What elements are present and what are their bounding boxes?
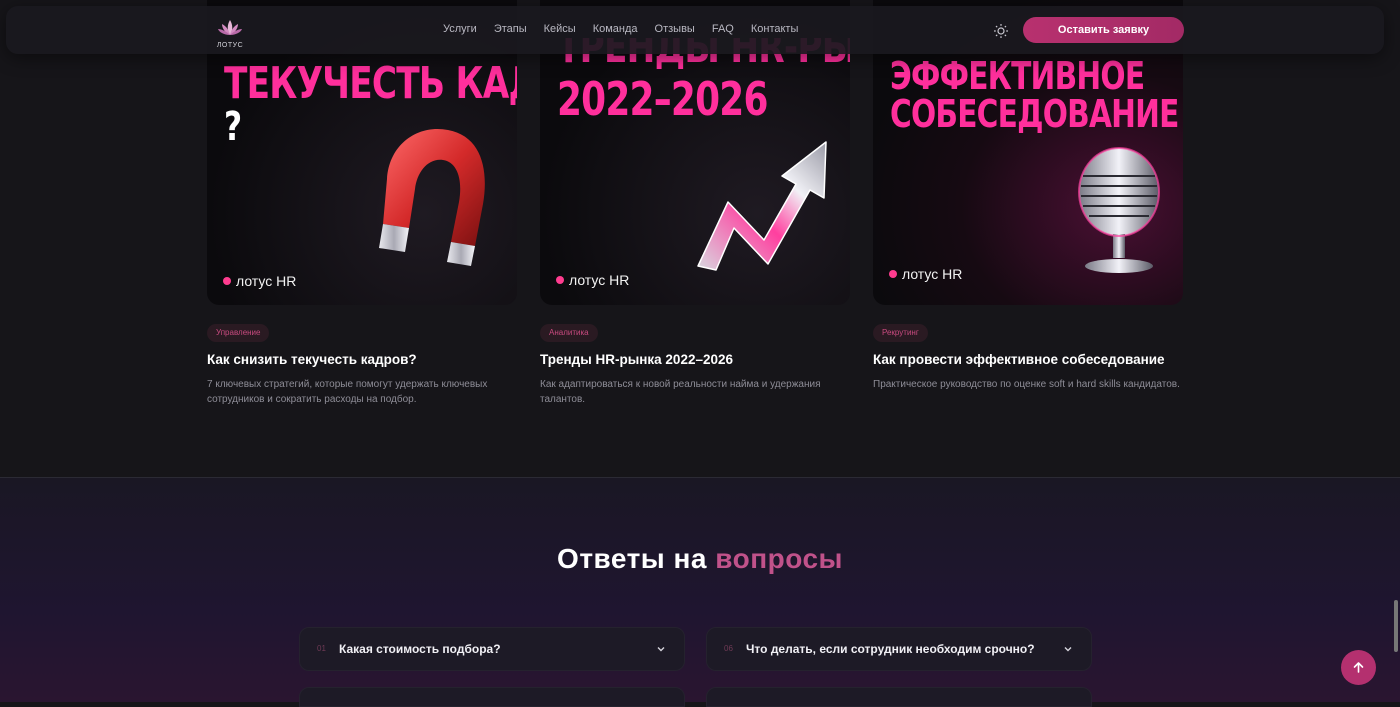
faq-heading-main: Ответы на — [557, 543, 716, 574]
faq-section: Ответы на вопросы 01 Какая стоимость под… — [0, 477, 1400, 707]
category-tag: Аналитика — [540, 324, 598, 342]
poster-brand-text: лотус HR — [902, 266, 963, 282]
poster-title-line: СОБЕСЕДОВАНИЕ — [890, 92, 1179, 136]
faq-item[interactable]: 06 Что делать, если сотрудник необходим … — [706, 627, 1092, 671]
brand-dot — [889, 270, 897, 279]
poster-brand-text: лотус HR — [569, 272, 630, 288]
article-title[interactable]: Как провести эффективное собеседование — [873, 352, 1165, 367]
faq-item-number: 06 — [724, 644, 733, 653]
faq-item[interactable] — [299, 687, 685, 707]
scroll-to-top-button[interactable] — [1341, 650, 1376, 685]
faq-item[interactable]: 01 Какая стоимость подбора? — [299, 627, 685, 671]
logo[interactable]: ЛОТУС — [212, 18, 248, 50]
faq-heading: Ответы на вопросы — [0, 543, 1400, 575]
main-nav: Услуги Этапы Кейсы Команда Отзывы FAQ Ко… — [443, 23, 815, 35]
article-description: 7 ключевых стратегий, которые помогут уд… — [207, 379, 488, 405]
chevron-down-icon — [657, 647, 665, 652]
poster-brand-text: лотус HR — [236, 273, 297, 289]
faq-item[interactable] — [706, 687, 1092, 707]
article-title[interactable]: Как снизить текучесть кадров? — [207, 352, 417, 367]
nav-link-team[interactable]: Команда — [593, 23, 638, 35]
leave-request-button[interactable]: Оставить заявку — [1023, 17, 1184, 43]
logo-text: ЛОТУС — [216, 42, 244, 49]
trend-arrow-icon — [697, 141, 827, 271]
theme-toggle-button[interactable] — [993, 23, 1009, 39]
nav-link-contacts[interactable]: Контакты — [751, 23, 799, 35]
nav-link-reviews[interactable]: Отзывы — [655, 23, 695, 35]
lotus-icon — [218, 20, 242, 35]
faq-question: Какая стоимость подбора? — [339, 642, 501, 656]
article-title[interactable]: Тренды HR-рынка 2022–2026 — [540, 352, 733, 367]
sun-icon — [994, 24, 1008, 38]
poster-title-line: ? — [224, 104, 242, 150]
article-description: Практическое руководство по оценке soft … — [873, 379, 1180, 390]
brand-dot — [223, 277, 231, 286]
poster-title-line: 2022–2026 — [557, 72, 768, 126]
nav-link-stages[interactable]: Этапы — [494, 23, 527, 35]
nav-link-services[interactable]: Услуги — [443, 23, 477, 35]
faq-question: Что делать, если сотрудник необходим сро… — [746, 642, 1035, 656]
nav-link-faq[interactable]: FAQ — [712, 23, 734, 35]
poster-brand: лотус HR — [556, 272, 629, 288]
brand-dot — [556, 276, 564, 285]
poster-title-line: ТЕКУЧЕСТЬ КАДРОВ — [224, 58, 517, 109]
microphone-icon — [1078, 147, 1160, 273]
faq-item-number: 01 — [317, 644, 326, 653]
poster-brand: лотус HR — [889, 266, 962, 282]
poster-brand: лотус HR — [223, 273, 296, 289]
magnet-icon — [379, 128, 485, 266]
nav-link-cases[interactable]: Кейсы — [544, 23, 576, 35]
article-description: Как адаптироваться к новой реальности на… — [540, 379, 821, 405]
site-header: ЛОТУС Услуги Этапы Кейсы Команда Отзывы … — [6, 6, 1384, 54]
faq-heading-accent: вопросы — [715, 543, 843, 574]
page-scrollbar[interactable] — [1394, 600, 1398, 652]
chevron-down-icon — [1064, 647, 1072, 652]
category-tag: Рекрутинг — [873, 324, 928, 342]
category-tag: Управление — [207, 324, 270, 342]
arrow-up-icon — [1353, 662, 1364, 673]
